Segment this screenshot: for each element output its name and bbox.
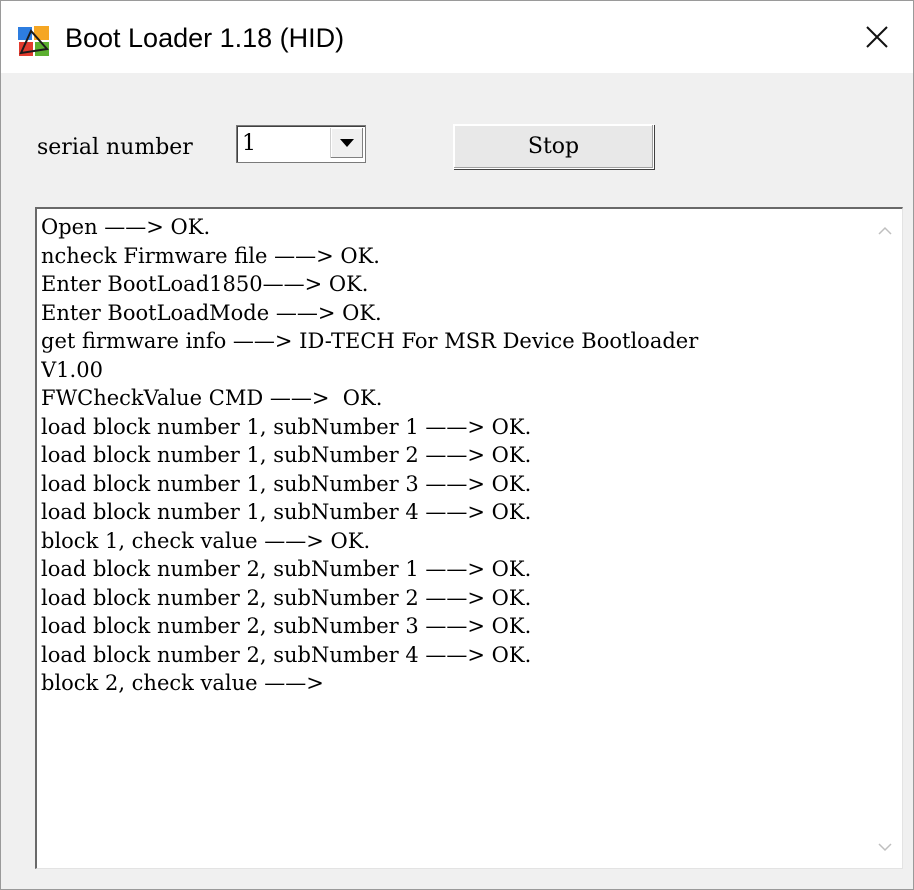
- log-line: Enter BootLoad1850——> OK.: [41, 272, 369, 296]
- scroll-up-button[interactable]: [868, 213, 902, 247]
- log-line: load block number 2, subNumber 3 ——> OK.: [41, 614, 532, 638]
- log-line: FWCheckValue CMD ——> OK.: [41, 386, 383, 410]
- boot-loader-window: Boot Loader 1.18 (HID) serial number 1 S…: [0, 0, 914, 890]
- stop-button[interactable]: Stop: [453, 124, 654, 169]
- scroll-down-icon: [878, 842, 892, 851]
- close-icon: [866, 26, 888, 48]
- scroll-up-icon: [878, 226, 892, 235]
- log-line: block 1, check value ——> OK.: [41, 528, 371, 553]
- log-line: load block number 1, subNumber 4 ——> OK.: [41, 500, 532, 524]
- log-line: load block number 2, subNumber 2 ——> OK.: [41, 585, 532, 610]
- log-line: load block number 2, subNumber 1 ——> OK.: [41, 557, 532, 581]
- close-button[interactable]: [841, 1, 913, 73]
- chevron-down-icon: [340, 138, 354, 147]
- serial-number-value: 1: [242, 131, 256, 156]
- log-line: block 2, check value ——>: [41, 671, 324, 695]
- log-line: load block number 2, subNumber 4 ——> OK.: [41, 642, 532, 667]
- log-line: load block number 1, subNumber 2 ——> OK.: [41, 443, 532, 467]
- log-line: ncheck Firmware file ——> OK.: [41, 243, 380, 268]
- log-line: Enter BootLoadMode ——> OK.: [41, 300, 382, 325]
- scroll-down-button[interactable]: [868, 830, 902, 864]
- vertical-scrollbar[interactable]: [868, 209, 902, 868]
- dropdown-button[interactable]: [330, 128, 363, 158]
- log-textarea[interactable]: Open ——> OK. ncheck Firmware file ——> OK.…: [35, 207, 903, 869]
- title-bar[interactable]: Boot Loader 1.18 (HID): [1, 1, 913, 73]
- log-line: Open ——> OK.: [41, 215, 211, 239]
- log-text: Open ——> OK. ncheck Firmware file ——> OK.…: [41, 213, 862, 698]
- log-line: V1.00: [41, 357, 103, 382]
- app-icon: [17, 25, 51, 57]
- window-title: Boot Loader 1.18 (HID): [65, 23, 345, 53]
- log-line: load block number 1, subNumber 3 ——> OK.: [41, 471, 532, 496]
- log-line: load block number 1, subNumber 1 ——> OK.: [41, 414, 532, 439]
- serial-number-select[interactable]: 1: [236, 125, 366, 163]
- serial-number-label: serial number: [37, 135, 193, 160]
- log-line: get firmware info ——> ID-TECH For MSR De…: [41, 329, 699, 353]
